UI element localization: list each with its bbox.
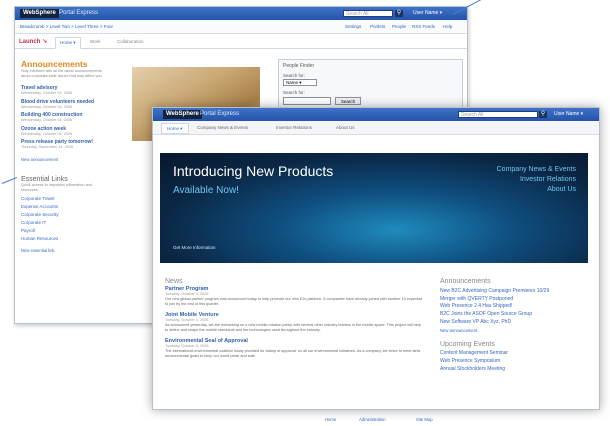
people-finder-field-select[interactable]: Name ▾ <box>283 79 317 86</box>
new-essential-link[interactable]: New essential link <box>21 248 141 253</box>
news-item: Partner Program Tuesday, October 3, 2006… <box>165 286 423 306</box>
back-search-input[interactable]: Search All <box>343 10 393 17</box>
hero-link-investor[interactable]: Investor Relations <box>497 175 576 185</box>
back-announcements-title: Announcements <box>21 59 88 69</box>
front-footer: Home Administration Site Map <box>152 416 600 426</box>
hero-more-link[interactable]: Get More Information <box>173 245 216 250</box>
front-announcement-list: New B2C Advertising Campaign Premieres 1… <box>440 288 595 334</box>
back-announcement-item[interactable]: Press release party tomorrow! Thursday, S… <box>21 139 141 150</box>
people-finder-query-label: Search for: <box>283 90 306 95</box>
people-finder-title: People Finder <box>283 63 315 69</box>
essential-link[interactable]: Corporate Security <box>21 212 141 217</box>
front-search-input[interactable]: Search All <box>458 111 538 118</box>
essential-links-title: Essential Links <box>21 175 68 183</box>
front-brand-logo: WebSphere <box>163 110 202 119</box>
event-item[interactable]: Content Management Seminar <box>440 350 595 358</box>
back-new-announcement-link[interactable]: New announcement <box>21 157 141 162</box>
footer-admin-link[interactable]: Administration <box>359 417 386 422</box>
front-search-icon[interactable]: ⚲ <box>539 111 547 118</box>
back-util-people[interactable]: People <box>392 24 406 29</box>
back-tab-collaboration[interactable]: Collaboration <box>117 39 144 44</box>
back-breadcrumb-row: Breadcrumb > Level Two > Level Three > F… <box>15 20 467 34</box>
people-finder-search-for-label: Search for: <box>283 73 306 78</box>
hero-title: Introducing New Products <box>173 163 334 179</box>
essential-links-intro: Quick access to important information an… <box>21 182 92 192</box>
back-announcement-item[interactable]: Blood drive volunteers needed Wednesday, … <box>21 99 141 110</box>
essential-link[interactable]: Expense Accounts <box>21 204 141 209</box>
back-tab-work[interactable]: Work <box>90 39 100 44</box>
essential-link[interactable]: Human Resources <box>21 236 141 241</box>
footer-sitemap-link[interactable]: Site Map <box>416 417 433 422</box>
news-item: Environmental Seal of Approval Tuesday, … <box>165 338 421 358</box>
people-finder-query-input[interactable] <box>283 97 331 105</box>
hero-link-news-events[interactable]: Company News & Events <box>497 165 576 175</box>
hero-link-about[interactable]: About Us <box>497 185 576 195</box>
footer-home-link[interactable]: Home <box>325 417 336 422</box>
hero-links: Company News & Events Investor Relations… <box>497 165 576 195</box>
hero-subtitle: Available Now! <box>173 185 239 196</box>
front-announcements-portlet: Announcements New B2C Advertising Campai… <box>440 278 595 373</box>
front-user-menu[interactable]: User Name ▾ <box>554 111 583 118</box>
back-announcement-item[interactable]: Ozone action week Wednesday, October 04, … <box>21 126 141 137</box>
back-util-settings[interactable]: Settings <box>345 24 361 29</box>
back-util-help[interactable]: Help <box>443 24 452 29</box>
front-announcement-item[interactable]: B2C Joins the ASOF Open Source Group <box>440 311 595 319</box>
back-left-column: Announcements Stay informed with all the… <box>21 59 141 253</box>
front-announcement-item[interactable]: New Software VP Abc Xyz, PhD <box>440 319 595 327</box>
event-item[interactable]: Annual Stockholders Meeting <box>440 366 595 374</box>
front-tab-bar: Home ▾ Company News & Events Investor Re… <box>153 121 599 135</box>
news-portlet: News Partner Program Tuesday, October 3,… <box>165 278 425 364</box>
front-announcements-title: Announcements <box>440 278 491 285</box>
back-breadcrumb[interactable]: Breadcrumb > Level Two > Level Three > F… <box>20 24 113 29</box>
essential-link[interactable]: Corporate IT <box>21 220 141 225</box>
back-brand-logo: WebSphere <box>20 9 59 18</box>
upcoming-events-title: Upcoming Events <box>440 341 495 349</box>
front-tab-investor[interactable]: Investor Relations <box>276 125 312 130</box>
news-item: Joint Mobile Venture Tuesday, October 3,… <box>165 312 421 332</box>
front-header-bar: WebSphere Portal Express Search All ⚲ Us… <box>153 108 599 121</box>
people-finder-search-button[interactable]: Search <box>335 97 361 105</box>
back-announcements-intro: Stay informed with all the latest announ… <box>21 69 103 78</box>
front-tab-about[interactable]: About Us <box>336 125 355 130</box>
upcoming-events-list: Content Management Seminar Web Presence … <box>440 350 595 373</box>
front-announcement-item[interactable]: Web Presence 2.4 Has Shipped! <box>440 303 595 311</box>
essential-link[interactable]: Corporate Travel <box>21 196 141 201</box>
back-search-icon[interactable]: ⚲ <box>395 10 403 17</box>
back-util-portlets[interactable]: Portlets <box>370 24 385 29</box>
front-tab-home[interactable]: Home ▾ <box>161 123 189 134</box>
back-announcement-item[interactable]: Building 400 construction Wednesday, Octo… <box>21 112 141 123</box>
back-user-menu[interactable]: User Name ▾ <box>413 10 442 17</box>
back-announcement-item[interactable]: Travel advisory Wednesday, October 04, 20… <box>21 85 141 96</box>
front-new-announcement-link[interactable]: New announcement <box>440 327 595 335</box>
back-util-rss[interactable]: RSS Feeds <box>412 24 435 29</box>
front-portal-window: WebSphere Portal Express Search All ⚲ Us… <box>152 107 600 410</box>
essential-link[interactable]: Payroll <box>21 228 141 233</box>
hero-banner: Introducing New Products Available Now! … <box>160 153 588 263</box>
front-product-name: Portal Express <box>200 111 240 117</box>
front-announcement-item[interactable]: New B2C Advertising Campaign Premieres 1… <box>440 288 595 296</box>
back-tab-bar: Launch ↘ Home ▾ Work Collaboration <box>15 35 467 49</box>
back-header-bar: WebSphere Portal Express Search All ⚲ Us… <box>15 7 467 20</box>
news-title: News <box>165 278 183 285</box>
event-item[interactable]: Web Presence Symposium <box>440 358 595 366</box>
launch-menu-button[interactable]: Launch ↘ <box>19 38 47 45</box>
front-announcement-item[interactable]: Merger with QVERTY Postponed <box>440 296 595 304</box>
back-tab-home[interactable]: Home ▾ <box>55 37 81 49</box>
back-product-name: Portal Express <box>59 10 99 16</box>
front-tab-news-events[interactable]: Company News & Events <box>197 125 248 130</box>
